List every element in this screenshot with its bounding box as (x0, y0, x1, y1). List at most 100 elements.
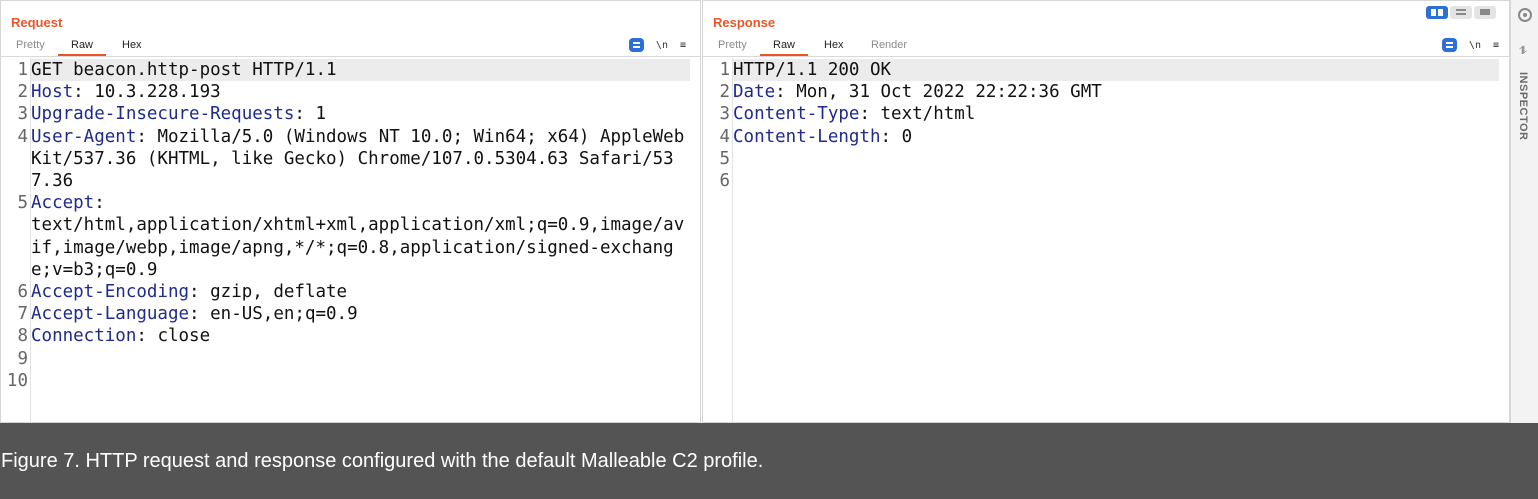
newline-icon[interactable]: \n (656, 40, 668, 51)
line-number: 7 (17, 304, 28, 325)
header-value: text/html (880, 104, 976, 125)
header-name: Accept (31, 193, 95, 214)
line-text: Connection: close (31, 325, 690, 347)
response-panel: Response Pretty Raw Hex Render \n ≡ 1 HTT… (702, 0, 1510, 423)
code-line[interactable]: 4 User-Agent: Mozilla/5.0 (Windows NT 10.… (1, 126, 690, 193)
line-number: 4 (719, 126, 730, 147)
tabs-icon[interactable] (1474, 6, 1496, 19)
line-text: Content-Type: text/html (733, 103, 1499, 125)
code-line[interactable]: 1 HTTP/1.1 200 OK (703, 59, 1499, 82)
header-separator: : (294, 104, 316, 125)
header-name: Content-Type (733, 104, 860, 125)
code-line[interactable]: 4 Content-Length: 0 (703, 126, 1499, 148)
split-horizontal-icon[interactable] (1450, 6, 1472, 19)
line-number: 3 (17, 104, 28, 125)
code-line[interactable]: 6 Accept-Encoding: gzip, deflate (1, 281, 690, 303)
response-tabs: Pretty Raw Hex Render (703, 35, 1509, 57)
response-editor[interactable]: 1 HTTP/1.1 200 OK 2 Date: Mon, 31 Oct 2022 … (703, 59, 1499, 192)
header-name: Upgrade-Insecure-Requests (31, 104, 295, 125)
line-text: User-Agent: Mozilla/5.0 (Windows NT 10.0… (31, 126, 690, 193)
header-separator: : (189, 304, 211, 325)
code-line[interactable]: 1 GET beacon.http-post HTTP/1.1 (1, 59, 690, 82)
line-number: 2 (17, 82, 28, 103)
line-number: 1 (17, 60, 28, 80)
header-value: close (157, 326, 211, 347)
gear-icon[interactable] (1518, 8, 1532, 22)
line-text: Content-Length: 0 (733, 126, 1499, 148)
header-separator: : (880, 126, 902, 147)
code-line[interactable]: 9 (1, 348, 690, 370)
code-line[interactable]: 10 (1, 370, 690, 392)
header-value: text/html,application/xhtml+xml,applicat… (31, 215, 685, 280)
split-vertical-icon[interactable] (1426, 6, 1448, 19)
header-separator: : (136, 126, 158, 147)
header-name: Content-Length (733, 126, 881, 147)
line-text: GET beacon.http-post HTTP/1.1 (31, 59, 690, 82)
line-number: 2 (719, 82, 730, 103)
line-text: Date: Mon, 31 Oct 2022 22:22:36 GMT (733, 81, 1499, 103)
code-line[interactable]: 3 Content-Type: text/html (703, 103, 1499, 125)
line-number: 10 (6, 370, 28, 391)
header-name: Date (733, 82, 776, 103)
header-value: en-US,en;q=0.9 (210, 304, 358, 325)
line-number: 5 (17, 193, 28, 214)
list-icon[interactable]: ⥮ (1519, 45, 1527, 58)
line-number: 6 (719, 171, 730, 192)
line-number: 4 (17, 126, 28, 147)
header-separator: : (94, 193, 105, 214)
header-separator: : (73, 82, 95, 103)
header-name: Accept-Language (31, 304, 190, 325)
header-value: Mon, 31 Oct 2022 22:22:36 GMT (796, 82, 1102, 103)
header-name: Host (31, 82, 74, 103)
header-value: HTTP/1.1 200 OK (733, 60, 892, 80)
inspector-label[interactable]: INSPECTOR (1517, 72, 1529, 140)
wrap-icon[interactable] (628, 38, 644, 52)
line-number: 6 (17, 282, 28, 303)
line-number: 5 (719, 148, 730, 169)
code-line[interactable]: 5 (703, 148, 1499, 170)
header-value: 10.3.228.193 (94, 82, 221, 103)
code-line[interactable]: 5 Accept: text/html,application/xhtml+xml,… (1, 192, 690, 281)
inspector-rail: ⥮ INSPECTOR (1510, 0, 1538, 423)
request-tab-raw[interactable]: Raw (57, 39, 107, 56)
request-editor[interactable]: 1 GET beacon.http-post HTTP/1.1 2 Host: 10.… (1, 59, 690, 392)
response-tab-hex[interactable]: Hex (824, 39, 844, 51)
figure-caption: Figure 7. HTTP request and response conf… (1, 450, 764, 472)
line-text: Accept-Language: en-US,en;q=0.9 (31, 303, 690, 325)
header-separator: : (859, 104, 881, 125)
request-tab-pretty[interactable]: Pretty (16, 39, 45, 51)
header-separator: : (775, 82, 797, 103)
line-text: Host: 10.3.228.193 (31, 81, 690, 103)
layout-toggle (1426, 6, 1496, 19)
menu-icon[interactable]: ≡ (680, 40, 686, 51)
line-number: 1 (719, 60, 730, 80)
header-value: GET beacon.http-post HTTP/1.1 (31, 60, 337, 80)
code-line[interactable]: 6 (703, 170, 1499, 192)
request-tabs: Pretty Raw Hex (1, 35, 700, 57)
line-text: Accept: text/html,application/xhtml+xml,a… (31, 192, 690, 281)
request-toolbar: \n ≡ (628, 37, 686, 53)
request-tab-hex[interactable]: Hex (122, 39, 142, 51)
header-value: 1 (315, 104, 327, 125)
response-tab-pretty[interactable]: Pretty (718, 39, 747, 51)
line-text (733, 170, 1499, 192)
code-line[interactable]: 8 Connection: close (1, 325, 690, 347)
line-text: Accept-Encoding: gzip, deflate (31, 281, 690, 303)
code-line[interactable]: 7 Accept-Language: en-US,en;q=0.9 (1, 303, 690, 325)
response-title: Response (713, 15, 776, 30)
caption-bar: Figure 7. HTTP request and response conf… (0, 423, 1538, 499)
line-number: 3 (719, 104, 730, 125)
code-line[interactable]: 2 Host: 10.3.228.193 (1, 81, 690, 103)
response-toolbar: \n ≡ (1441, 37, 1499, 53)
line-text (733, 148, 1499, 170)
wrap-icon[interactable] (1441, 38, 1457, 52)
newline-icon[interactable]: \n (1469, 40, 1481, 51)
menu-icon[interactable]: ≡ (1493, 40, 1499, 51)
line-number: 9 (17, 348, 28, 369)
code-line[interactable]: 2 Date: Mon, 31 Oct 2022 22:22:36 GMT (703, 81, 1499, 103)
response-tab-render[interactable]: Render (871, 39, 907, 51)
line-text: HTTP/1.1 200 OK (733, 59, 1499, 82)
header-name: User-Agent (31, 126, 137, 147)
code-line[interactable]: 3 Upgrade-Insecure-Requests: 1 (1, 103, 690, 125)
response-tab-raw[interactable]: Raw (759, 39, 809, 56)
